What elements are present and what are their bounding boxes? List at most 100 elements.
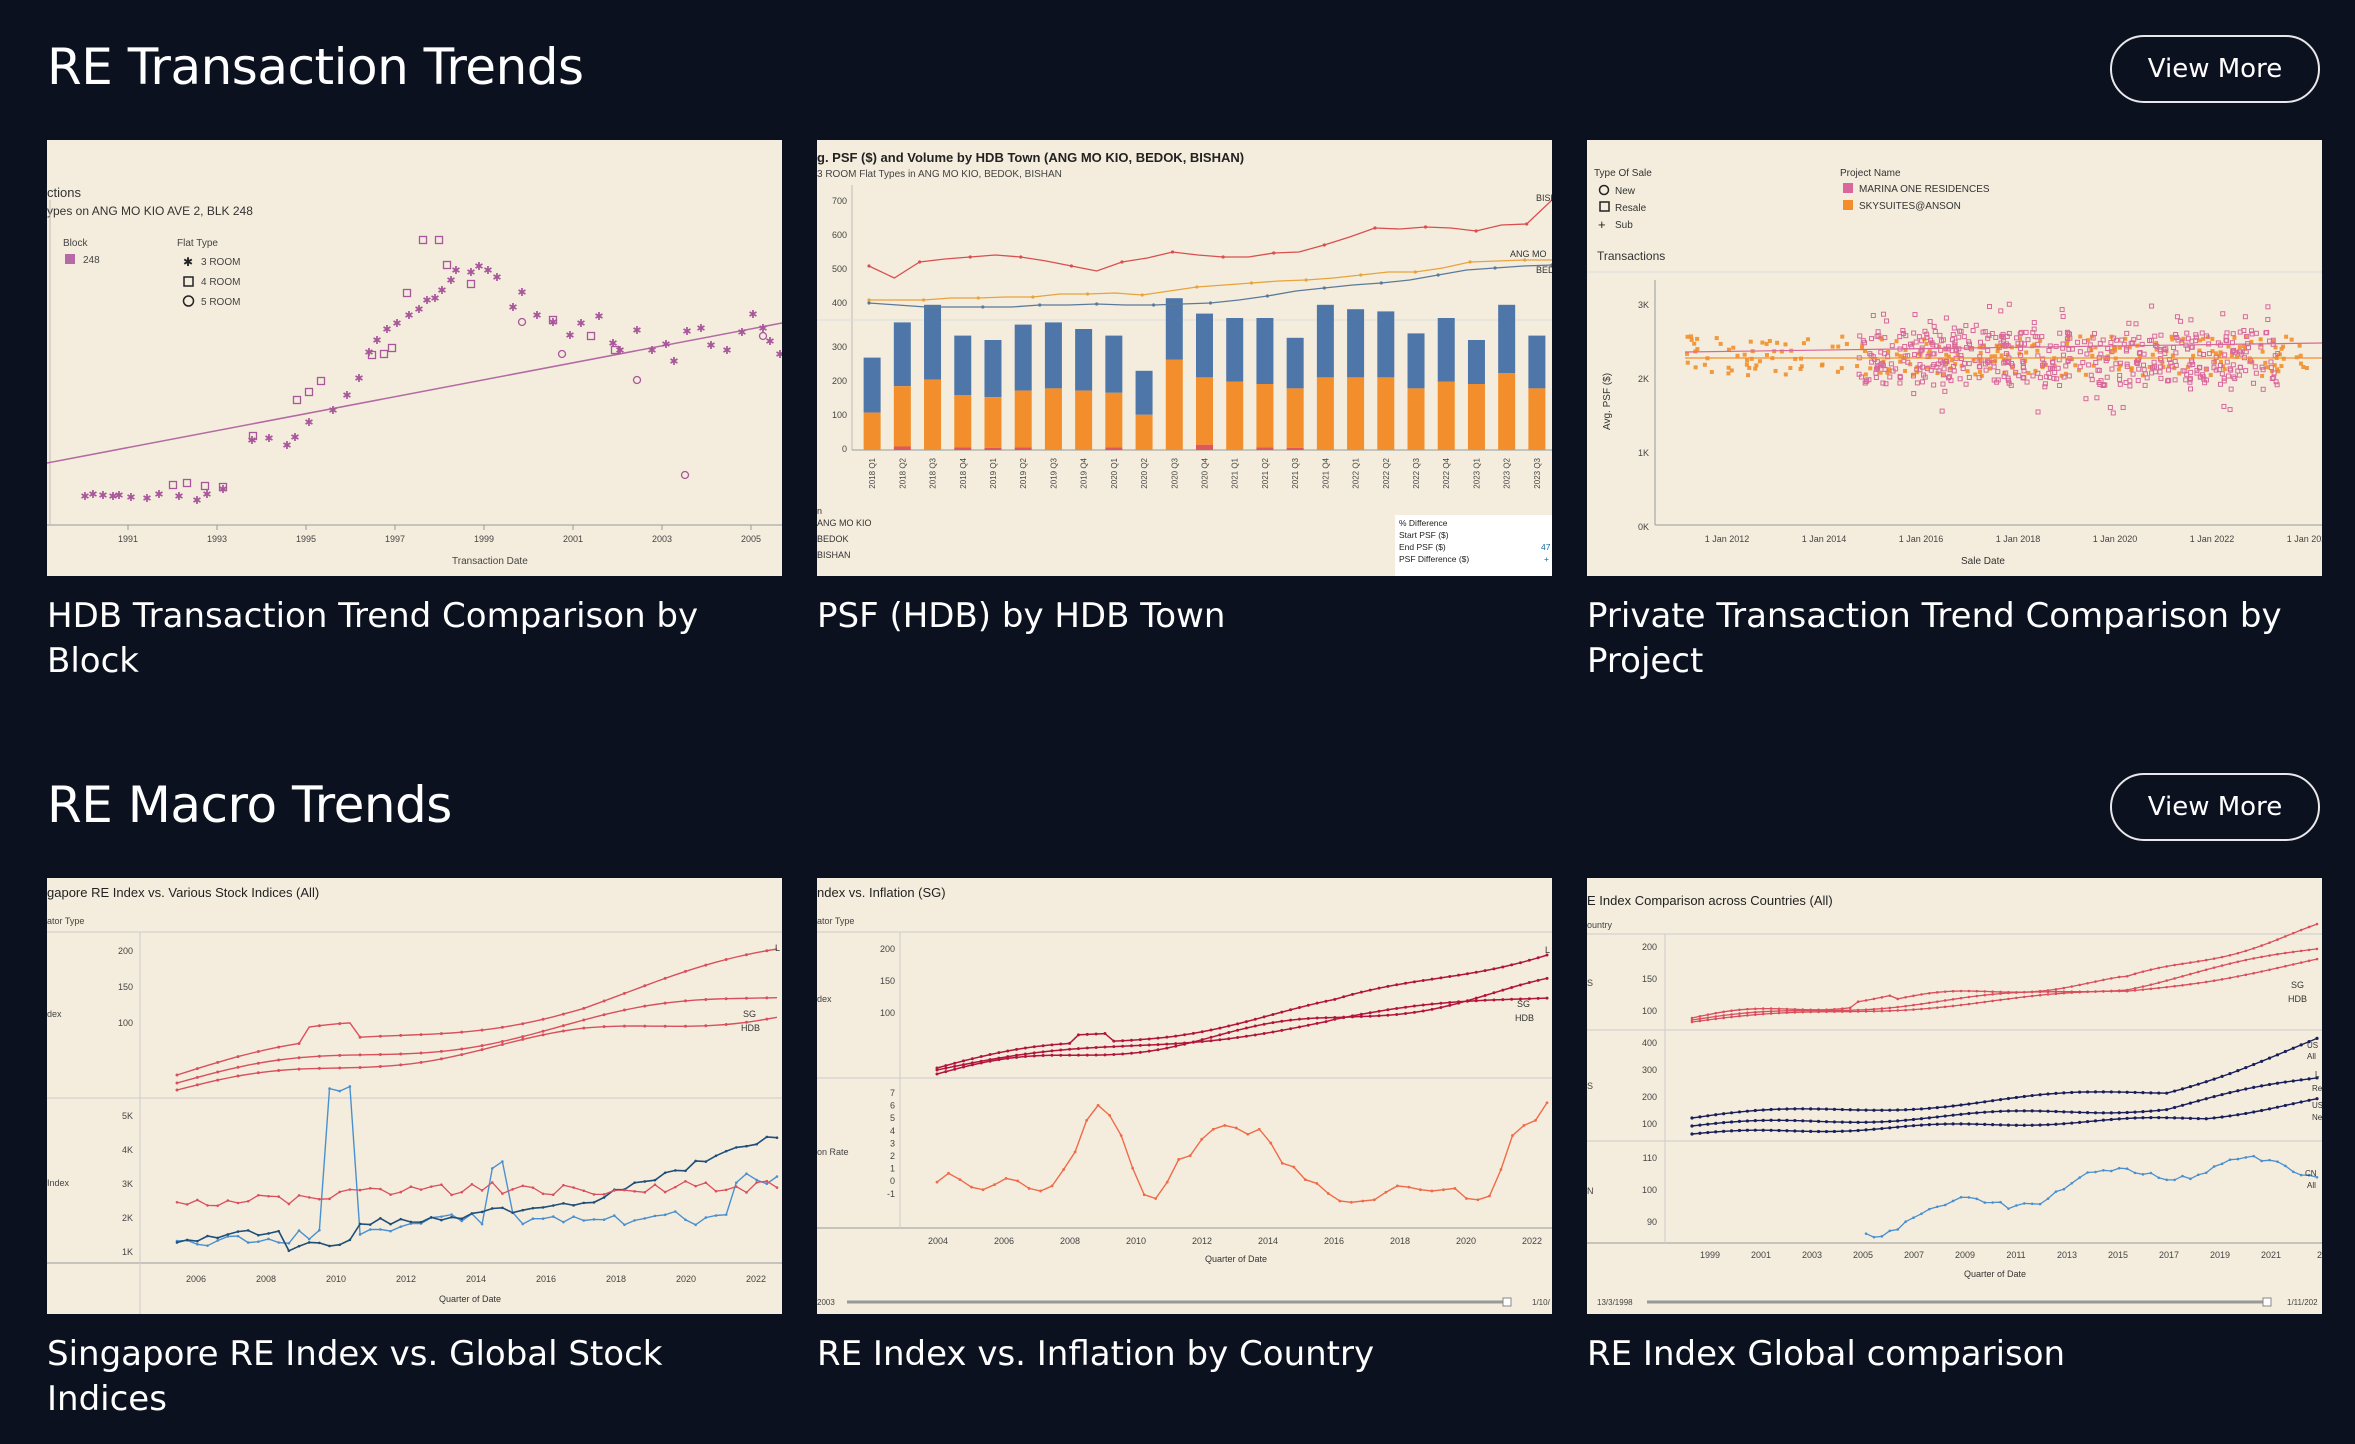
- cn-index-point: [2054, 1190, 2058, 1193]
- country-index-point: [1928, 1001, 1931, 1005]
- scatter-mark-pink: [2077, 349, 2083, 355]
- sg-index-point: [175, 1088, 179, 1092]
- section-label: Transactions: [1597, 249, 1665, 263]
- card-title[interactable]: HDB Transaction Trend Comparison by Bloc…: [47, 594, 782, 684]
- card-title[interactable]: Private Transaction Trend Comparison by …: [1587, 594, 2322, 684]
- us-index-point: [2149, 1116, 2153, 1120]
- country-index-point: [2173, 984, 2176, 988]
- quarter-tick-label: 2022 Q4: [1442, 457, 1451, 488]
- star-mark: ✱: [532, 310, 541, 322]
- card-re-index-global[interactable]: E Index Comparison across Countries (All…: [1587, 878, 2322, 1377]
- re-index-point: [1262, 1015, 1266, 1019]
- card-private-transaction-trend[interactable]: Type Of Sale New Resale + Sub Project Na…: [1587, 140, 2322, 684]
- scatter-mark-pink: [1966, 374, 1972, 380]
- card-re-index-vs-inflation[interactable]: ndex vs. Inflation (SG) ator Type dex on…: [817, 878, 1552, 1377]
- card-sg-re-index-vs-stock[interactable]: gapore RE Index vs. Various Stock Indice…: [47, 878, 782, 1422]
- inflation-point: [1292, 1165, 1296, 1169]
- psf-tick-label: 500: [832, 264, 847, 274]
- stock-index-line: [176, 1136, 778, 1252]
- us-index-point: [2172, 1089, 2177, 1093]
- card-title[interactable]: RE Index vs. Inflation by Country: [817, 1332, 1552, 1377]
- stock-point: [419, 1188, 423, 1191]
- card-hdb-transaction-trend[interactable]: ctions ypes on ANG MO KIO AVE 2, BLK 248…: [47, 140, 782, 684]
- scatter-mark-orange: [1978, 369, 1983, 374]
- country-index-point: [2307, 948, 2311, 952]
- view-more-transaction-trends-button[interactable]: View More: [2110, 35, 2320, 103]
- legend-block-item: 248: [83, 255, 100, 266]
- scatter-mark-pink: [2035, 353, 2041, 359]
- re-index-point: [1368, 1011, 1372, 1015]
- thumbnail-sg-stock-chart: gapore RE Index vs. Various Stock Indice…: [47, 878, 782, 1314]
- card-title[interactable]: PSF (HDB) by HDB Town: [817, 594, 1552, 639]
- stock-point: [572, 1204, 575, 1207]
- scatter-mark-pink: [2025, 337, 2031, 343]
- stock-point: [389, 1193, 392, 1196]
- psf-point: [917, 260, 922, 264]
- scatter-mark-orange: [2226, 344, 2231, 349]
- scatter-mark-orange: [2294, 355, 2299, 360]
- star-mark: ✱: [706, 340, 715, 352]
- country-index-point: [2046, 993, 2050, 996]
- us-index-point: [2054, 1109, 2058, 1114]
- stock-point: [735, 1185, 738, 1188]
- country-index-point: [1912, 1008, 1915, 1011]
- square-mark: [586, 331, 596, 341]
- stock-point: [531, 1186, 535, 1189]
- x-tick-label: 2007: [1904, 1250, 1924, 1260]
- scatter-mark-pink: [1998, 308, 2004, 314]
- us-index-point: [2283, 1049, 2287, 1054]
- sg-index-point: [561, 1029, 565, 1033]
- stock-point: [501, 1192, 504, 1195]
- re-index-point: [1006, 1055, 1010, 1059]
- us-index-point: [1809, 1119, 1813, 1123]
- us-index-point: [1698, 1123, 1702, 1127]
- psf-point: [1272, 251, 1276, 255]
- us-index-point: [1998, 1109, 2003, 1113]
- us-index-point: [2014, 1109, 2018, 1113]
- us-index-point: [2149, 1091, 2153, 1095]
- star-mark: ✱: [264, 433, 273, 445]
- chart-title: gapore RE Index vs. Various Stock Indice…: [47, 885, 319, 900]
- us-index-point: [2307, 1077, 2311, 1081]
- re-index-point: [1483, 993, 1487, 997]
- volume-bar-red: [1256, 447, 1274, 450]
- sg-index-point: [460, 1030, 464, 1034]
- re-index-point: [1421, 978, 1425, 982]
- stock-point: [582, 1189, 586, 1193]
- sg-index-point: [622, 1008, 626, 1012]
- stock-point: [684, 1218, 687, 1222]
- scatter-mark-pink: [2060, 352, 2066, 358]
- country-index-point: [1991, 990, 1994, 994]
- scatter-mark-pink: [1951, 325, 1957, 331]
- re-index-point: [1527, 981, 1531, 985]
- x-tick-label: 1 Jan 2018: [1996, 534, 2041, 544]
- view-more-macro-trends-button[interactable]: View More: [2110, 773, 2320, 841]
- cn-index-point: [2244, 1156, 2248, 1159]
- us-index-point: [1761, 1118, 1765, 1122]
- chart-subtitle: ypes on ANG MO KIO AVE 2, BLK 248: [47, 204, 253, 218]
- psf-point: [1085, 292, 1090, 296]
- scatter-mark-pink: [2144, 375, 2150, 381]
- card-title[interactable]: RE Index Global comparison: [1587, 1332, 2322, 1377]
- stock-point: [582, 1201, 586, 1205]
- chart-title: ctions: [47, 185, 81, 200]
- scatter-mark-pink: [2014, 335, 2020, 341]
- country-index-point: [2157, 986, 2161, 990]
- sg-index-point: [704, 963, 708, 967]
- stock-point: [633, 1181, 636, 1184]
- diff-row-2: End PSF ($): [1399, 542, 1446, 552]
- square-mark: [434, 235, 444, 245]
- re-index-point: [1094, 1053, 1098, 1057]
- card-psf-hdb-town[interactable]: g. PSF ($) and Volume by HDB Town (ANG M…: [817, 140, 1552, 639]
- star-mark: ✱: [696, 323, 705, 335]
- inflation-point: [1016, 1179, 1019, 1183]
- scatter-mark-pink: [2236, 372, 2242, 378]
- y-tick-label-bottom: 5: [890, 1113, 895, 1123]
- scatter-mark-pink: [2251, 380, 2257, 386]
- country-index-point: [1896, 1009, 1899, 1012]
- re-index-point: [1191, 1031, 1195, 1035]
- re-index-point: [1351, 1014, 1355, 1018]
- stock-point: [674, 1185, 677, 1189]
- card-title[interactable]: Singapore RE Index vs. Global Stock Indi…: [47, 1332, 782, 1422]
- cn-index-point: [2284, 1164, 2287, 1168]
